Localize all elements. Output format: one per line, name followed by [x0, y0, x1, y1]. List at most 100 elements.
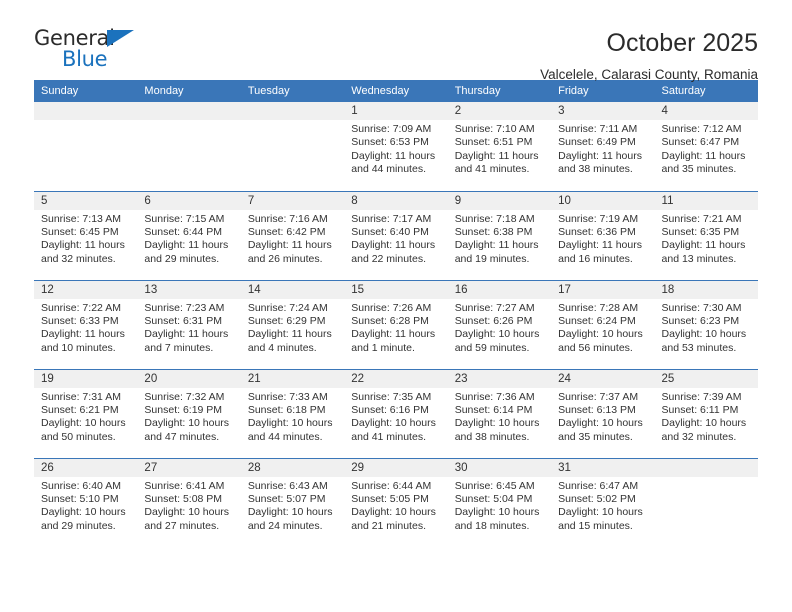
daylight-text: Daylight: 11 hours and 32 minutes.	[41, 239, 125, 265]
calendar-day-cell[interactable]: 23 Sunrise: 7:36 AM Sunset: 6:14 PM Dayligh…	[447, 368, 552, 458]
sunset-text: Sunset: 6:14 PM	[454, 403, 533, 416]
sunrise-text: Sunrise: 6:41 AM	[144, 479, 225, 492]
logo-text-blue: Blue	[62, 47, 108, 71]
sunset-text: Sunset: 6:26 PM	[454, 314, 533, 327]
calendar-week-row: 26 Sunrise: 6:40 AM Sunset: 5:10 PM Dayligh…	[34, 457, 758, 547]
calendar-day-cell[interactable]: 27 Sunrise: 6:41 AM Sunset: 5:08 PM Dayligh…	[137, 457, 241, 547]
day-details: Sunrise: 7:13 AM Sunset: 6:45 PM Daylight:…	[34, 210, 137, 267]
day-details: Sunrise: 7:37 AM Sunset: 6:13 PM Daylight:…	[551, 388, 654, 445]
day-number: 3	[551, 102, 655, 120]
calendar-day-cell[interactable]: 12 Sunrise: 7:22 AM Sunset: 6:33 PM Dayligh…	[34, 279, 138, 369]
sunset-text: Sunset: 5:08 PM	[144, 492, 223, 505]
calendar-day-cell[interactable]: 5 Sunrise: 7:13 AM Sunset: 6:45 PM Daylight…	[34, 190, 138, 280]
sunset-text: Sunset: 6:31 PM	[144, 314, 223, 327]
calendar-day-cell[interactable]: 3 Sunrise: 7:11 AM Sunset: 6:49 PM Daylight…	[551, 102, 655, 191]
sunrise-text: Sunrise: 7:36 AM	[454, 390, 535, 403]
weekday-header-wednesday: Wednesday	[344, 80, 448, 102]
day-details: Sunrise: 7:22 AM Sunset: 6:33 PM Daylight:…	[34, 299, 137, 356]
sunset-text: Sunset: 5:07 PM	[247, 492, 326, 505]
calendar-day-cell[interactable]: 31 Sunrise: 6:47 AM Sunset: 5:02 PM Dayligh…	[551, 457, 655, 547]
sunrise-text: Sunrise: 7:32 AM	[144, 390, 225, 403]
daylight-text: Daylight: 10 hours and 38 minutes.	[454, 417, 540, 443]
sunset-text: Sunset: 6:51 PM	[454, 136, 533, 149]
daylight-text: Daylight: 10 hours and 53 minutes.	[661, 328, 747, 354]
calendar-day-cell[interactable]: 1 Sunrise: 7:09 AM Sunset: 6:53 PM Daylight…	[344, 102, 448, 191]
sunset-text: Sunset: 6:28 PM	[351, 314, 429, 327]
day-number: 13	[137, 280, 241, 299]
general-blue-logo[interactable]: General Blue	[34, 28, 144, 74]
sunrise-text: Sunrise: 7:17 AM	[351, 212, 432, 225]
day-number: 21	[240, 369, 345, 388]
calendar-day-cell[interactable]: 30 Sunrise: 6:45 AM Sunset: 5:04 PM Dayligh…	[447, 457, 552, 547]
day-details: Sunrise: 7:24 AM Sunset: 6:29 PM Daylight:…	[241, 299, 344, 356]
day-number: 17	[551, 280, 655, 299]
day-number: 12	[34, 280, 138, 299]
calendar-day-cell[interactable]: 22 Sunrise: 7:35 AM Sunset: 6:16 PM Dayligh…	[344, 368, 448, 458]
calendar-day-cell[interactable]: 7 Sunrise: 7:16 AM Sunset: 6:42 PM Daylight…	[240, 190, 345, 280]
day-details: Sunrise: 7:15 AM Sunset: 6:44 PM Daylight:…	[137, 210, 240, 267]
day-details: Sunrise: 7:33 AM Sunset: 6:18 PM Daylight:…	[241, 388, 344, 445]
daylight-text: Daylight: 10 hours and 32 minutes.	[661, 417, 747, 443]
sunset-text: Sunset: 5:10 PM	[41, 492, 119, 505]
calendar-day-cell-empty	[34, 102, 138, 191]
calendar-day-cell[interactable]: 21 Sunrise: 7:33 AM Sunset: 6:18 PM Dayligh…	[240, 368, 345, 458]
calendar-day-cell[interactable]: 9 Sunrise: 7:18 AM Sunset: 6:38 PM Daylight…	[447, 190, 552, 280]
daylight-text: Daylight: 11 hours and 38 minutes.	[558, 149, 642, 176]
calendar-day-cell[interactable]: 6 Sunrise: 7:15 AM Sunset: 6:44 PM Daylight…	[137, 190, 241, 280]
day-number: 20	[137, 369, 241, 388]
day-number: 14	[240, 280, 345, 299]
sunset-text: Sunset: 6:45 PM	[41, 225, 119, 238]
day-details: Sunrise: 7:35 AM Sunset: 6:16 PM Daylight:…	[344, 388, 447, 445]
calendar-day-cell[interactable]: 19 Sunrise: 7:31 AM Sunset: 6:21 PM Dayligh…	[34, 368, 138, 458]
calendar-day-cell[interactable]: 17 Sunrise: 7:28 AM Sunset: 6:24 PM Dayligh…	[551, 279, 655, 369]
sunset-text: Sunset: 6:11 PM	[661, 403, 739, 416]
day-details: Sunrise: 6:43 AM Sunset: 5:07 PM Daylight:…	[241, 477, 344, 534]
day-number: 23	[447, 369, 552, 388]
calendar-day-cell[interactable]: 24 Sunrise: 7:37 AM Sunset: 6:13 PM Dayligh…	[551, 368, 655, 458]
calendar-day-cell[interactable]: 14 Sunrise: 7:24 AM Sunset: 6:29 PM Dayligh…	[240, 279, 345, 369]
calendar-day-cell[interactable]: 2 Sunrise: 7:10 AM Sunset: 6:51 PM Daylight…	[447, 102, 552, 191]
calendar-day-cell[interactable]: 4 Sunrise: 7:12 AM Sunset: 6:47 PM Daylight…	[654, 102, 758, 191]
calendar-day-cell[interactable]: 8 Sunrise: 7:17 AM Sunset: 6:40 PM Daylight…	[344, 190, 448, 280]
day-details: Sunrise: 7:09 AM Sunset: 6:53 PM Daylight:…	[344, 120, 447, 177]
day-details: Sunrise: 7:26 AM Sunset: 6:28 PM Daylight:…	[344, 299, 447, 356]
day-number: 29	[344, 458, 448, 477]
day-details: Sunrise: 6:45 AM Sunset: 5:04 PM Daylight:…	[448, 477, 551, 534]
day-number: 30	[447, 458, 552, 477]
day-number: 26	[34, 458, 138, 477]
daylight-text: Daylight: 11 hours and 1 minute.	[351, 328, 436, 354]
calendar-day-cell[interactable]: 29 Sunrise: 6:44 AM Sunset: 5:05 PM Dayligh…	[344, 457, 448, 547]
calendar-day-cell[interactable]: 10 Sunrise: 7:19 AM Sunset: 6:36 PM Dayligh…	[551, 190, 655, 280]
day-details: Sunrise: 7:17 AM Sunset: 6:40 PM Daylight:…	[344, 210, 447, 267]
calendar-day-cell[interactable]: 25 Sunrise: 7:39 AM Sunset: 6:11 PM Dayligh…	[654, 368, 758, 458]
day-number: 8	[344, 191, 448, 210]
calendar-day-cell[interactable]: 16 Sunrise: 7:27 AM Sunset: 6:26 PM Dayligh…	[447, 279, 552, 369]
calendar-week-row: 12 Sunrise: 7:22 AM Sunset: 6:33 PM Dayligh…	[34, 279, 758, 369]
day-details: Sunrise: 7:36 AM Sunset: 6:14 PM Daylight:…	[448, 388, 551, 445]
sunrise-text: Sunrise: 7:37 AM	[558, 390, 639, 403]
calendar-day-cell-empty	[137, 102, 241, 191]
calendar-day-cell[interactable]: 15 Sunrise: 7:26 AM Sunset: 6:28 PM Dayligh…	[344, 279, 448, 369]
day-details: Sunrise: 7:18 AM Sunset: 6:38 PM Daylight:…	[448, 210, 551, 267]
day-details: Sunrise: 7:30 AM Sunset: 6:23 PM Daylight:…	[655, 299, 758, 356]
sunset-text: Sunset: 6:13 PM	[558, 403, 636, 416]
daylight-text: Daylight: 10 hours and 24 minutes.	[247, 506, 333, 532]
page-subtitle: Valcelele, Calarasi County, Romania	[540, 67, 758, 82]
calendar-day-cell[interactable]: 18 Sunrise: 7:30 AM Sunset: 6:23 PM Dayligh…	[654, 279, 758, 369]
daylight-text: Daylight: 11 hours and 44 minutes.	[351, 149, 436, 176]
calendar-day-cell[interactable]: 28 Sunrise: 6:43 AM Sunset: 5:07 PM Dayligh…	[240, 457, 345, 547]
daylight-text: Daylight: 11 hours and 19 minutes.	[454, 239, 539, 265]
daylight-text: Daylight: 10 hours and 15 minutes.	[558, 506, 643, 532]
sunset-text: Sunset: 6:42 PM	[247, 225, 326, 238]
calendar-day-cell[interactable]: 20 Sunrise: 7:32 AM Sunset: 6:19 PM Dayligh…	[137, 368, 241, 458]
sunrise-text: Sunrise: 6:44 AM	[351, 479, 432, 492]
sunrise-text: Sunrise: 7:28 AM	[558, 301, 639, 314]
day-number: 28	[240, 458, 345, 477]
calendar-day-cell[interactable]: 11 Sunrise: 7:21 AM Sunset: 6:35 PM Dayligh…	[654, 190, 758, 280]
day-number: 9	[447, 191, 552, 210]
daylight-text: Daylight: 11 hours and 10 minutes.	[41, 328, 125, 354]
calendar-day-cell[interactable]: 26 Sunrise: 6:40 AM Sunset: 5:10 PM Dayligh…	[34, 457, 138, 547]
calendar-day-cell[interactable]: 13 Sunrise: 7:23 AM Sunset: 6:31 PM Dayligh…	[137, 279, 241, 369]
calendar-day-cell-empty	[654, 457, 758, 547]
sunrise-text: Sunrise: 6:45 AM	[454, 479, 535, 492]
